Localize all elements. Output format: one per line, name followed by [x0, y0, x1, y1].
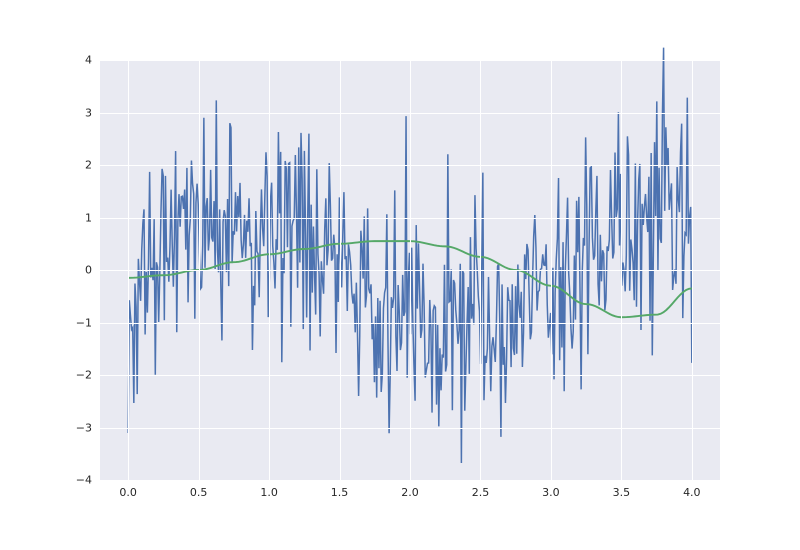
xtick-label: 4.0 [683, 486, 701, 499]
gridline-y [100, 165, 720, 166]
ytick-label: 4 [85, 54, 92, 67]
xtick-label: 0.5 [190, 486, 208, 499]
ytick-label: −2 [76, 369, 92, 382]
ytick-label: 3 [85, 106, 92, 119]
gridline-y [100, 480, 720, 481]
plot-area [100, 60, 720, 480]
ytick-label: −3 [76, 421, 92, 434]
gridline-y [100, 375, 720, 376]
ytick-label: −1 [76, 316, 92, 329]
ytick-label: 2 [85, 159, 92, 172]
ytick-label: 1 [85, 211, 92, 224]
figure: 0.0 0.5 1.0 1.5 2.0 2.5 3.0 3.5 4.0 −4 −3 −2 −1 0 1 2 3 4 [0, 0, 800, 550]
xtick-label: 1.0 [260, 486, 278, 499]
gridline-y [100, 428, 720, 429]
xtick-label: 3.0 [542, 486, 560, 499]
gridline-y [100, 218, 720, 219]
xtick-label: 2.0 [401, 486, 419, 499]
gridline-y [100, 270, 720, 271]
ytick-label: −4 [76, 474, 92, 487]
gridline-y [100, 60, 720, 61]
gridline-y [100, 323, 720, 324]
xtick-label: 0.0 [119, 486, 137, 499]
xtick-label: 3.5 [613, 486, 631, 499]
ytick-label: 0 [85, 264, 92, 277]
xtick-label: 2.5 [472, 486, 490, 499]
gridline-y [100, 113, 720, 114]
xtick-label: 1.5 [331, 486, 349, 499]
